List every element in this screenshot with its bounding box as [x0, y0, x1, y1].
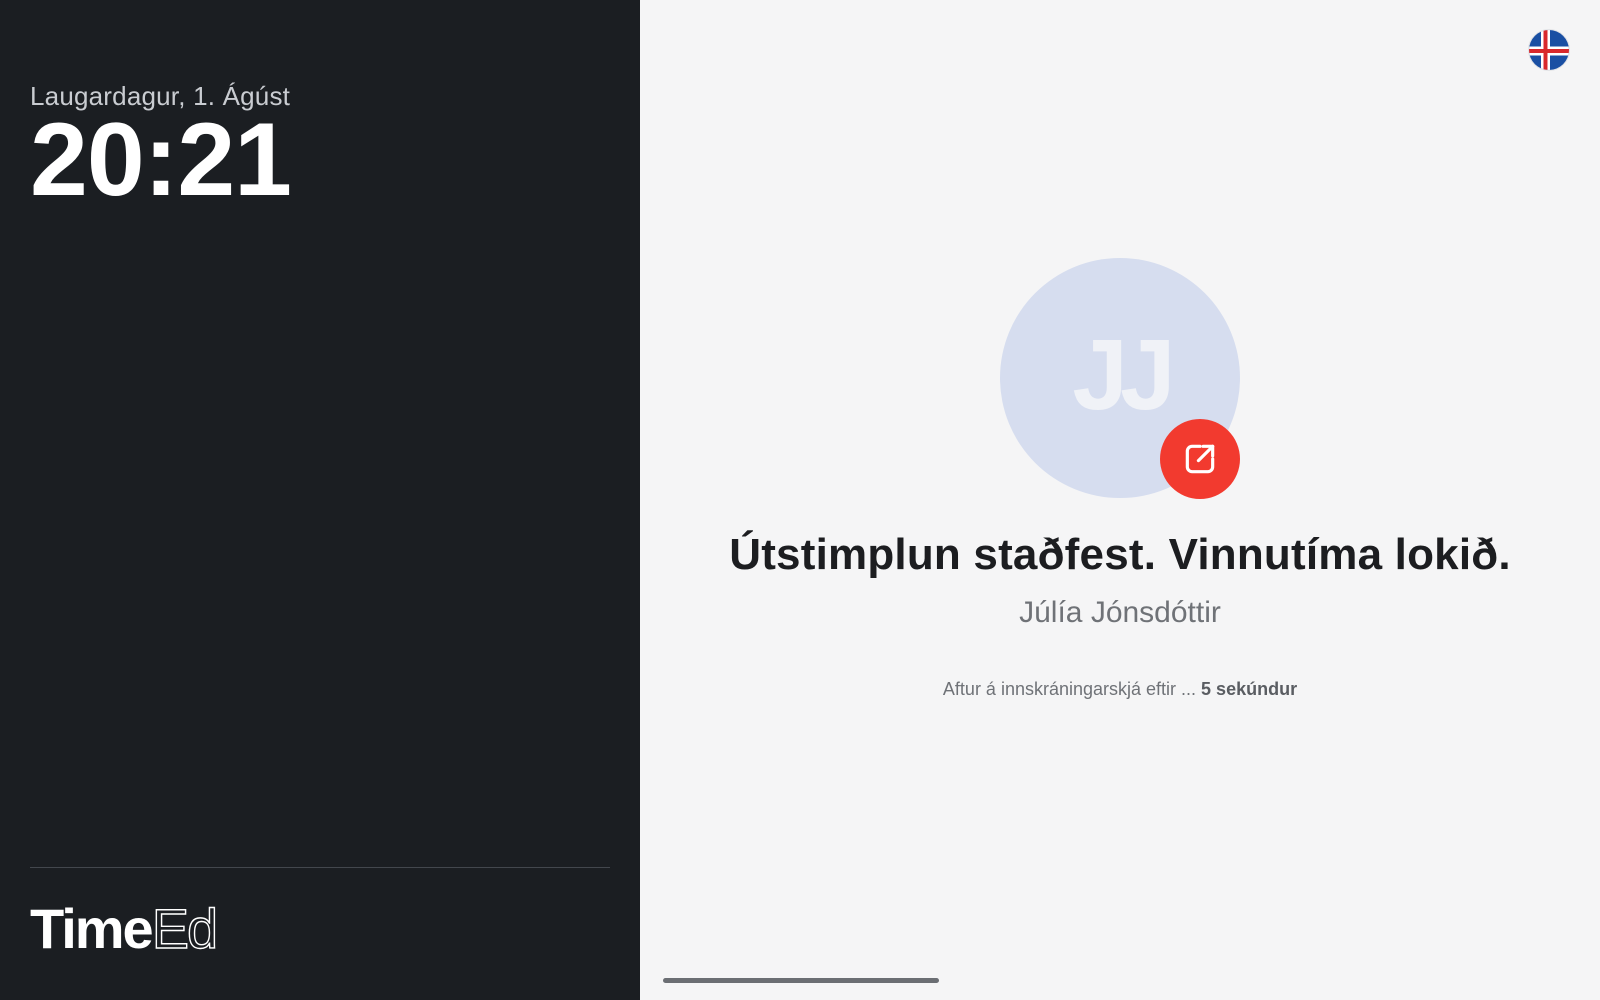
sidebar-clock-panel: Laugardagur, 1. Ágúst 20:21 TimeEd [0, 0, 640, 1000]
brand-logo-bold: Time [30, 897, 154, 960]
redirect-notice: Aftur á innskráningarskjá eftir ... 5 se… [640, 679, 1600, 700]
redirect-countdown: 5 sekúndur [1201, 679, 1298, 699]
brand-logo-thin: Ed [151, 897, 219, 960]
avatar-initials: JJ [1072, 318, 1175, 431]
divider [30, 867, 610, 868]
redirect-prefix: Aftur á innskráningarskjá eftir ... [942, 679, 1197, 699]
clockout-badge[interactable] [1160, 419, 1240, 499]
brand-logo: TimeEd [30, 897, 219, 960]
status-title: Útstimplun staðfest. Vinnutíma lokið. [729, 530, 1511, 579]
main-panel: JJ Útstimplun staðfest. Vinnutíma lokið.… [640, 0, 1600, 1000]
app-screen: Laugardagur, 1. Ágúst 20:21 TimeEd JJ Út… [0, 0, 1600, 1000]
iceland-flag-icon[interactable] [1528, 29, 1570, 71]
clock-time: 20:21 [30, 102, 292, 218]
external-link-icon [1185, 444, 1215, 474]
home-indicator[interactable] [663, 978, 939, 983]
employee-name: Júlía Jónsdóttir [1019, 596, 1221, 629]
